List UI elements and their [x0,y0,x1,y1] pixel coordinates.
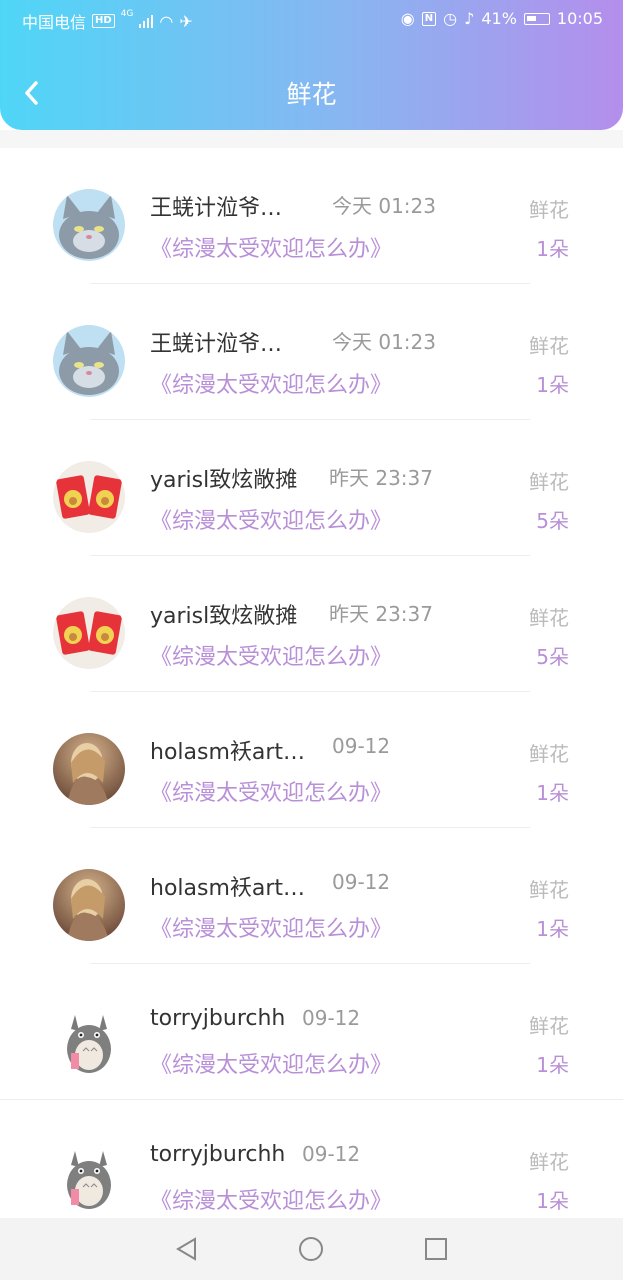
hd-badge: HD [92,14,115,28]
list-item[interactable]: yarisl致炫敞摊 昨天 23:37 《综漫太受欢迎怎么办》 鲜花 5朵 [0,556,623,692]
mute-icon: ♪ [464,9,475,28]
work-title-link[interactable]: 《综漫太受欢迎怎么办》 [150,1183,392,1215]
list-item[interactable]: 王蜣计涖爷… 今天 01:23 《综漫太受欢迎怎么办》 鲜花 1朵 [0,148,623,284]
gift-count: 5朵 [536,509,569,533]
header-spacer [0,130,623,148]
username: torryjburchh [150,1142,286,1167]
avatar[interactable] [53,869,125,941]
gift-count: 1朵 [536,237,569,261]
gift-type-label: 鲜花 [529,470,569,494]
gift-count: 1朵 [536,1189,569,1213]
triangle-back-icon [176,1237,196,1261]
gift-type-label: 鲜花 [529,878,569,902]
list-item[interactable]: yarisl致炫敞摊 昨天 23:37 《综漫太受欢迎怎么办》 鲜花 5朵 [0,420,623,556]
list-item[interactable]: holasm袄art… 09-12 《综漫太受欢迎怎么办》 鲜花 1朵 [0,692,623,828]
signal-icon [139,14,154,28]
avatar[interactable] [53,325,125,397]
gift-count: 1朵 [536,917,569,941]
gift-count: 1朵 [536,1053,569,1077]
list-item[interactable]: torryjburchh 09-12 《综漫太受欢迎怎么办》 鲜花 1朵 [0,964,623,1100]
battery-icon [523,12,550,25]
gift-type-label: 鲜花 [529,198,569,222]
gift-count: 1朵 [536,373,569,397]
timestamp: 今天 01:23 [332,194,436,218]
nfc-icon: N [421,11,437,26]
gift-count: 1朵 [536,781,569,805]
clock: 10:05 [556,9,603,28]
circle-home-icon [299,1237,323,1261]
timestamp: 昨天 23:37 [329,466,433,490]
username: 王蜣计涖爷… [150,196,283,221]
username: yarisl致炫敞摊 [150,468,298,493]
timestamp: 09-12 [332,734,391,758]
timestamp: 09-12 [302,1006,361,1030]
avatar[interactable] [53,733,125,805]
avatar[interactable] [53,189,125,261]
system-nav-bar [0,1218,623,1280]
list-item[interactable]: torryjburchh 09-12 《综漫太受欢迎怎么办》 鲜花 1朵 [0,1100,623,1236]
timestamp: 昨天 23:37 [329,602,433,626]
list-item[interactable]: holasm袄art… 09-12 《综漫太受欢迎怎么办》 鲜花 1朵 [0,828,623,964]
avatar[interactable] [53,597,125,669]
wifi-icon: ◠ [159,11,174,31]
work-title-link[interactable]: 《综漫太受欢迎怎么办》 [150,775,392,807]
username: holasm袄art… [150,740,306,765]
timestamp: 09-12 [332,870,391,894]
network-type: 4G [120,9,134,19]
timestamp: 09-12 [302,1142,361,1166]
nav-recents-button[interactable] [421,1234,451,1264]
gift-type-label: 鲜花 [529,742,569,766]
timestamp: 今天 01:23 [332,330,436,354]
flower-list: 王蜣计涖爷… 今天 01:23 《综漫太受欢迎怎么办》 鲜花 1朵 王蜣计涖爷… 今天 01… [0,148,623,1236]
page-title: 鲜花 [286,80,337,109]
work-title-link[interactable]: 《综漫太受欢迎怎么办》 [150,639,392,671]
list-item[interactable]: 王蜣计涖爷… 今天 01:23 《综漫太受欢迎怎么办》 鲜花 1朵 [0,284,623,420]
work-title-link[interactable]: 《综漫太受欢迎怎么办》 [150,367,392,399]
alarm-icon: ◷ [443,9,458,28]
username: yarisl致炫敞摊 [150,604,298,629]
battery-percent: 41% [481,9,517,28]
username: 王蜣计涖爷… [150,332,283,357]
username: holasm袄art… [150,876,306,901]
carrier-label: 中国电信 [22,13,87,32]
work-title-link[interactable]: 《综漫太受欢迎怎么办》 [150,1047,392,1079]
gift-type-label: 鲜花 [529,1014,569,1038]
gift-type-label: 鲜花 [529,606,569,630]
square-recents-icon [425,1238,447,1260]
gift-type-label: 鲜花 [529,1150,569,1174]
gift-count: 5朵 [536,645,569,669]
avatar[interactable] [53,1141,125,1213]
avatar[interactable] [53,1005,125,1077]
work-title-link[interactable]: 《综漫太受欢迎怎么办》 [150,911,392,943]
eye-icon: ◉ [400,9,415,28]
nav-home-button[interactable] [296,1234,326,1264]
notification-icon: ✈ [179,11,193,31]
work-title-link[interactable]: 《综漫太受欢迎怎么办》 [150,503,392,535]
nav-back-button[interactable] [172,1234,202,1264]
status-bar: 中国电信 HD 4G ◠ ✈ ◉ N ◷ ♪ 41% 10:05 [0,0,623,38]
work-title-link[interactable]: 《综漫太受欢迎怎么办》 [150,231,392,263]
gift-type-label: 鲜花 [529,334,569,358]
avatar[interactable] [53,461,125,533]
username: torryjburchh [150,1006,286,1031]
